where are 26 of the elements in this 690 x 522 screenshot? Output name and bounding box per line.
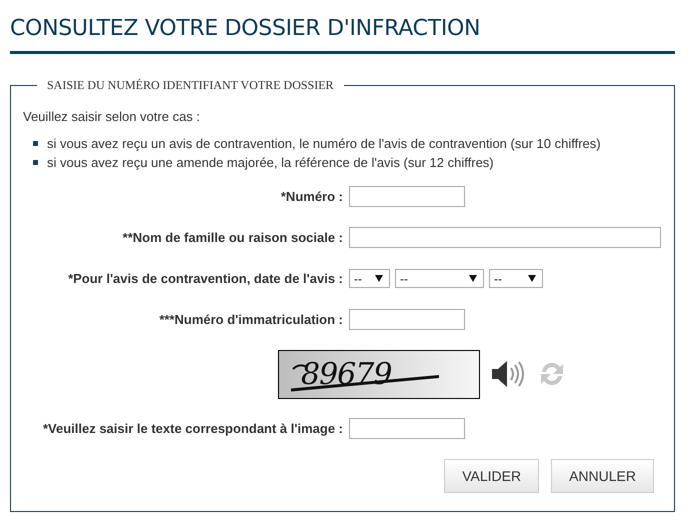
select-field[interactable]: -- <box>349 269 390 288</box>
field-label: *Veuillez saisir le texte correspondant à l'image : <box>42 421 343 436</box>
form-button[interactable]: ANNULER <box>551 459 654 493</box>
select-field[interactable]: -- <box>489 269 543 288</box>
caret-icon <box>375 275 383 282</box>
form-button[interactable]: VALIDER <box>444 459 540 493</box>
field-label: *Pour l'avis de contravention, date de l'avis : <box>67 271 343 286</box>
field-label: ***Numéro d'immatriculation : <box>158 312 343 327</box>
input-field[interactable] <box>349 418 465 439</box>
caret-icon <box>469 275 477 282</box>
bullet-text: si vous avez reçu une amende majorée, la référence de l'avis (sur 12 chiffres) <box>47 155 494 170</box>
field-label: *Numéro : <box>280 189 343 204</box>
captcha-image: 89679 <box>278 350 480 398</box>
field-label: **Nom de famille ou raison sociale : <box>122 230 343 245</box>
intro-text: Veuillez saisir selon votre cas : <box>23 109 202 124</box>
bullet-icon <box>33 141 38 146</box>
section-legend: SAISIE DU NUMÉRO IDENTIFIANT VOTRE DOSSIER <box>37 78 344 93</box>
bullet-text: si vous avez reçu un avis de contravention, le numéro de l'avis de contravention (sur 10 chiffres) <box>47 136 601 151</box>
page-title: CONSULTEZ VOTRE DOSSIER D'INFRACTION <box>10 15 482 43</box>
input-field[interactable] <box>349 186 465 207</box>
speaker-icon[interactable] <box>490 359 524 389</box>
input-field[interactable] <box>349 309 465 330</box>
select-field[interactable]: -- <box>395 269 484 288</box>
bullet-icon <box>33 160 38 165</box>
input-field[interactable] <box>349 227 661 248</box>
caret-icon <box>528 275 536 282</box>
